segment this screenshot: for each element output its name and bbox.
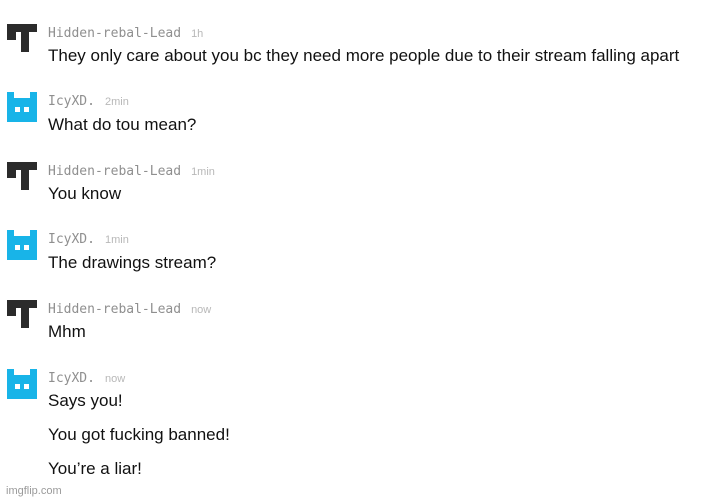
username[interactable]: IcyXD.	[48, 94, 95, 109]
message-text: Mhm	[48, 322, 86, 341]
timestamp: now	[191, 304, 212, 316]
username[interactable]: Hidden-rebal-Lead	[48, 164, 181, 179]
blue-cat-icon[interactable]	[7, 230, 37, 260]
username[interactable]: IcyXD.	[48, 232, 95, 247]
username[interactable]: Hidden-rebal-Lead	[48, 26, 181, 41]
message-text: You know	[48, 184, 122, 203]
message-meta: Hidden-rebal-Lead now	[48, 300, 211, 318]
watermark: imgflip.com	[6, 485, 62, 497]
message-meta: Hidden-rebal-Lead 1h	[48, 24, 203, 42]
timestamp: 2min	[104, 96, 129, 108]
dark-castle-icon[interactable]	[7, 300, 37, 330]
blue-cat-icon[interactable]	[7, 369, 37, 399]
timestamp: 1min	[104, 234, 129, 246]
message-text: You’re a liar!	[48, 459, 142, 478]
dark-castle-icon[interactable]	[7, 162, 37, 192]
message-meta: IcyXD. now	[48, 369, 125, 387]
username[interactable]: IcyXD.	[48, 371, 95, 386]
message-text: What do tou mean?	[48, 115, 197, 134]
message-meta: Hidden-rebal-Lead 1min	[48, 162, 215, 180]
blue-cat-icon[interactable]	[7, 92, 37, 122]
timestamp: now	[104, 373, 126, 385]
message-text: The drawings stream?	[48, 253, 217, 272]
username[interactable]: Hidden-rebal-Lead	[48, 302, 181, 317]
message-meta: IcyXD. 2min	[48, 92, 129, 110]
dark-castle-icon[interactable]	[7, 24, 37, 54]
message-meta: IcyXD. 1min	[48, 230, 129, 248]
timestamp: 1h	[191, 28, 204, 40]
message-text: They only care about you bc they need mo…	[48, 46, 680, 65]
timestamp: 1min	[191, 166, 215, 178]
message-text: Says you!	[48, 391, 123, 410]
message-text: You got fucking banned!	[48, 425, 230, 444]
